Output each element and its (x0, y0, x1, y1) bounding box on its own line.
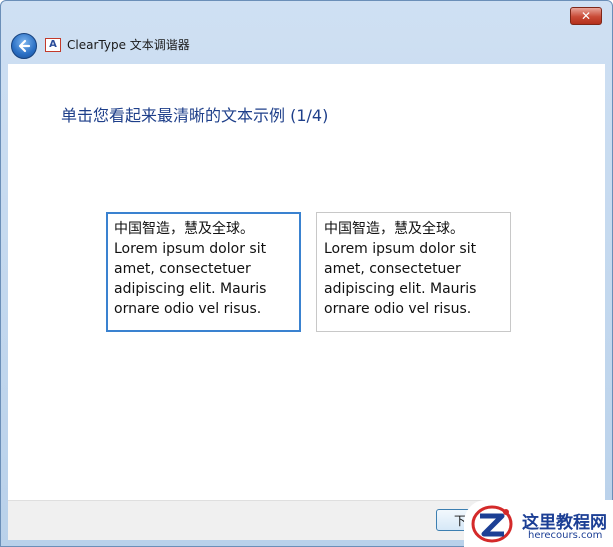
watermark-subtitle: herecours.com (528, 530, 603, 541)
text-sample-2[interactable]: 中国智造，慧及全球。 Lorem ipsum dolor sit amet, c… (316, 212, 511, 332)
close-button[interactable]: ✕ (570, 7, 602, 25)
sample-line: ornare odio vel risus. (114, 301, 262, 317)
sample-line: 中国智造，慧及全球。 (114, 221, 254, 237)
sample-line: adipiscing elit. Mauris (324, 281, 477, 297)
back-arrow-icon (18, 39, 31, 53)
cleartype-app-icon: A (45, 38, 61, 52)
page-heading: 单击您看起来最清晰的文本示例 (1/4) (61, 106, 329, 125)
sample-line: Lorem ipsum dolor sit (324, 241, 477, 257)
sample-line: Lorem ipsum dolor sit (114, 241, 267, 257)
text-sample-1[interactable]: 中国智造，慧及全球。 Lorem ipsum dolor sit amet, c… (106, 212, 301, 332)
sample-line: adipiscing elit. Mauris (114, 281, 267, 297)
window-title: ClearType 文本调谐器 (67, 38, 190, 52)
site-logo-icon (471, 505, 513, 543)
sample-line: amet, consectetuer (324, 261, 461, 277)
back-button[interactable] (11, 33, 37, 59)
close-icon: ✕ (580, 9, 592, 23)
content-area: 单击您看起来最清晰的文本示例 (1/4) 中国智造，慧及全球。 Lorem ip… (8, 64, 605, 500)
site-watermark: 这里教程网 herecours.com (464, 500, 613, 547)
sample-line: amet, consectetuer (114, 261, 251, 277)
sample-line: ornare odio vel risus. (324, 301, 472, 317)
sample-line: 中国智造，慧及全球。 (324, 221, 464, 237)
